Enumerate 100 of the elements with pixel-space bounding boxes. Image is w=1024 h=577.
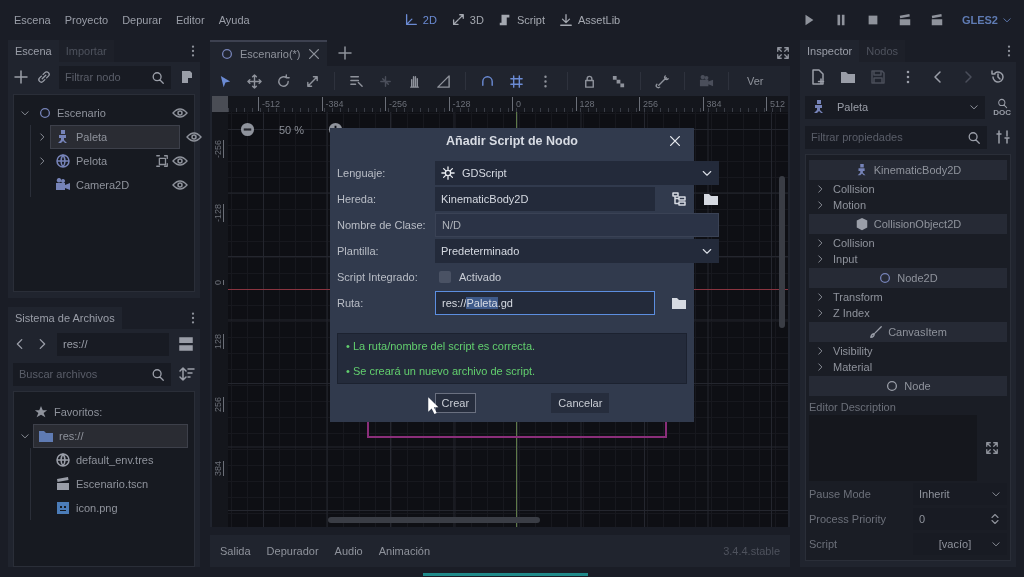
dropdown[interactable]: GDScript [435,161,719,185]
chevron-icon[interactable] [37,132,47,142]
folder-icon[interactable] [671,295,687,311]
menu-item[interactable]: Depurar [122,14,162,26]
dialog-button[interactable]: Cancelar [551,393,610,413]
link-icon[interactable] [37,70,51,84]
add-icon[interactable] [13,69,29,85]
property-group[interactable]: Collision [809,181,1007,197]
property-group[interactable]: Input [809,251,1007,267]
dock-tab[interactable]: Sistema de Archivos [8,307,122,329]
eye-icon[interactable] [186,129,202,145]
new-file-icon[interactable] [810,69,826,85]
property-group[interactable]: Z Index [809,305,1007,321]
menu-item[interactable]: Editor [175,14,205,26]
zoom-out-icon[interactable] [240,122,255,137]
tree-item[interactable]: Escenario.tscn [50,472,154,496]
zoom-level[interactable]: 50 % [279,123,305,136]
clapperboard-icon[interactable] [929,13,944,27]
chevron-icon[interactable] [20,431,30,441]
renderer-dropdown[interactable]: GLES2 [961,14,1012,26]
bone-icon[interactable] [655,73,670,89]
tree-item[interactable]: Camera2D [50,173,135,197]
axis-icon [403,13,418,27]
search-field[interactable]: Buscar archivos [13,362,171,386]
lock-icon[interactable] [582,73,597,89]
fullscreen-icon[interactable] [776,46,790,60]
dock-tab[interactable]: Inspector [800,40,860,62]
property-group[interactable]: Transform [809,289,1007,305]
property-group[interactable]: Visibility [809,343,1007,359]
docs-button[interactable]: DOC [993,97,1011,117]
clapperboard-icon[interactable] [897,13,912,27]
scale-icon[interactable] [305,73,320,89]
tree-item[interactable]: default_env.tres [50,448,159,472]
folder-icon[interactable] [840,69,856,85]
property-label: Script [809,538,839,550]
eye-icon[interactable] [172,177,188,193]
history-icon[interactable] [990,69,1006,85]
view-menu[interactable]: Ver [743,75,768,87]
brush-icon [869,325,884,339]
tools-icon[interactable] [995,129,1011,145]
scrollbar[interactable] [779,176,785,328]
ruler-label: 0 [512,97,521,111]
tree-item[interactable]: Escenario [33,101,111,125]
property-group[interactable]: Motion [809,197,1007,213]
bottom-panel-tab[interactable]: Animación [378,545,431,557]
inherits-field[interactable]: KinematicBody2D [435,187,655,211]
tree-item[interactable]: res:// [33,424,188,448]
path-field[interactable]: res:// [57,332,169,356]
close-icon[interactable] [306,47,321,61]
filter-field[interactable]: Filtrar nodo [59,65,171,89]
select-icon[interactable] [218,73,233,89]
move-icon[interactable] [247,73,262,89]
filter-field[interactable]: Filtrar propiedades [805,125,987,149]
eye-icon[interactable] [172,105,188,121]
tree-item[interactable]: Pelota [50,149,113,173]
eye-icon[interactable] [172,153,188,169]
property-group[interactable]: Collision [809,235,1007,251]
star-icon [34,405,48,419]
field-label: Ruta: [337,297,365,309]
bottom-panel-tab[interactable]: Salida [220,545,251,557]
menu-item[interactable]: Proyecto [64,14,109,26]
tree-icon[interactable] [671,191,687,207]
grid-snap-icon[interactable] [509,73,524,89]
scrollbar[interactable] [328,517,540,523]
chevron-icon[interactable] [37,156,47,166]
bottom-panel-tab[interactable]: Depurador [266,545,319,557]
ruler-label: 384 [702,97,722,111]
dialog-button[interactable]: Crear [434,393,477,413]
workspace-tab[interactable]: 3D [450,13,484,27]
group-icon[interactable] [611,73,626,89]
ruler-label: 0 [213,280,224,285]
tree-item[interactable]: icon.png [50,496,123,520]
field-label: Lenguaje: [337,167,387,179]
add-icon[interactable] [336,45,353,61]
checkbox[interactable]: Activado [435,271,502,283]
path-field[interactable]: res://Paleta.gd [435,291,655,315]
menu-item[interactable]: Escena [14,14,51,26]
workspace-tab[interactable]: 2D [403,13,437,27]
category-header: CanvasItem [809,322,1007,342]
expand-icon[interactable] [985,441,999,455]
property-group[interactable]: Material [809,359,1007,375]
folder-icon[interactable] [703,191,719,207]
chevron-icon[interactable] [20,108,30,118]
workspace-tab[interactable]: AssetLib [559,13,621,27]
list-select-icon[interactable] [349,73,364,89]
object-selector[interactable]: Paleta [805,95,986,119]
dock-tab[interactable]: Escena [8,40,59,62]
sort-icon[interactable] [179,366,195,382]
list-view-icon[interactable] [177,335,195,353]
resize-handle[interactable] [423,573,588,576]
menu-item[interactable]: Ayuda [218,14,250,26]
close-icon[interactable] [668,134,682,148]
ruler-icon[interactable] [436,73,451,89]
dropdown[interactable]: Predeterminado [435,239,719,263]
scene-tab[interactable]: Escenario(*) [210,40,327,66]
class-name-field[interactable]: N/D [435,213,719,237]
bottom-panel-tab[interactable]: Audio [334,545,363,557]
workspace-tab[interactable]: Script [497,13,545,27]
tree-item[interactable]: Paleta [50,125,180,149]
rotate-icon[interactable] [276,73,291,89]
